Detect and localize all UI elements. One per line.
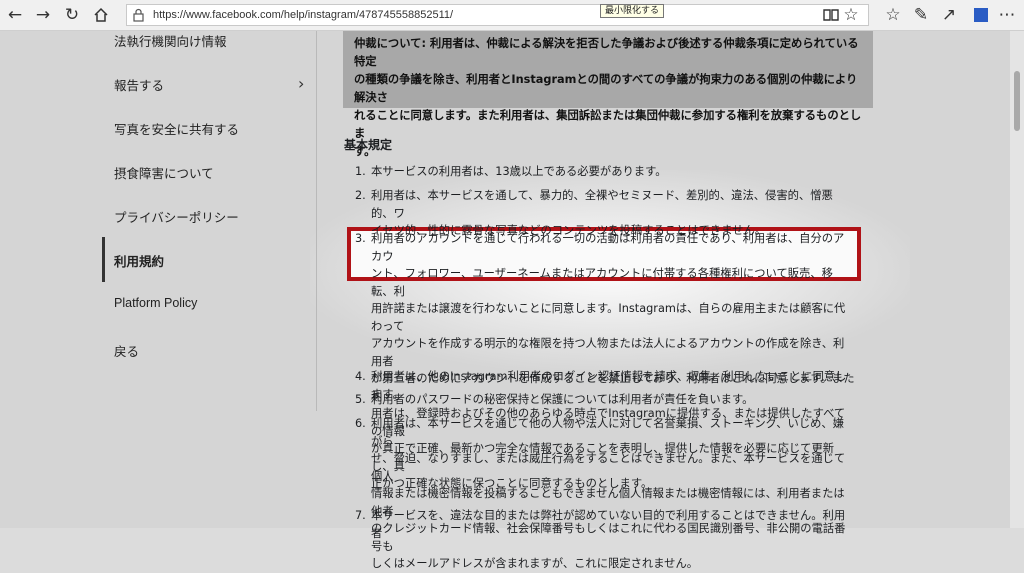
home-icon[interactable] [90,4,112,26]
item-line: 利用者は、本サービスを通して、暴力的、全裸やセミヌード、差別的、違法、侵害的、憎… [371,189,833,220]
sidebar-item-share-photos-safely[interactable]: 写真を安全に共有する [114,119,239,138]
item-line: 本サービスを、違法な目的または弊社が認めていない目的で利用することはできません。… [371,509,846,540]
sidebar-item-eating-disorders[interactable]: 摂食障害について [114,163,214,182]
refresh-icon[interactable]: ↻ [61,4,83,26]
item-number: 1. [355,165,366,178]
item-number: 6. [355,417,366,430]
more-menu-icon[interactable]: ⋯ [996,4,1018,26]
sidebar-item-platform-policy[interactable]: Platform Policy [114,296,197,310]
lock-icon [133,8,144,22]
notice-line: す。 [354,145,376,158]
item-line: しくはメールアドレスが含まれますが、これに限定されません。 [371,557,699,570]
item-line: 利用者のパスワードの秘密保持と保護については利用者が責任を負います。 [371,393,754,406]
item-line: 本サービスの利用者は、13歳以上である必要があります。 [371,165,667,178]
reading-view-icon[interactable] [820,4,842,26]
item-number: 3. [355,232,366,245]
item-number: 2. [355,189,366,202]
favorite-star-icon[interactable]: ☆ [840,4,862,26]
item-line: 利用者のアカウントを通じて行われる一切の活動は利用者の責任であり、利用者は、自分… [371,232,845,263]
extension-icon[interactable] [970,4,992,26]
browser-toolbar: ← → ↻ https://www.facebook.com/help/inst… [0,0,1024,31]
item-line: 利用者は、本サービスを通じて他の人物や法人に対して名誉棄損、ストーキング、いじめ… [371,417,845,448]
share-icon[interactable]: ↗ [938,4,960,26]
item-line: アカウントを作成する明示的な権限を持つ人物または法人によるアカウントの作成を除き… [371,337,845,368]
item-line: 用許諾または譲渡を行わないことに同意します。Instagramは、自らの雇用主ま… [371,302,846,333]
address-bar[interactable]: https://www.facebook.com/help/instagram/… [126,4,869,26]
notice-line: の種類の争議を除き、利用者とInstagramとの間のすべての争議が拘束力のある… [354,73,858,104]
sidebar-item-law-enforcement[interactable]: 法執行機関向け情報 [114,31,227,50]
forward-arrow-icon[interactable]: → [32,4,54,26]
notes-pen-icon[interactable]: ✎ [910,4,932,26]
item-number: 7. [355,509,366,522]
sidebar-item-privacy-policy[interactable]: プライバシーポリシー [114,207,239,226]
notice-line: れることに同意します。また利用者は、集団訴訟または集団仲裁に参加する権利を放棄す… [354,109,862,140]
chevron-right-icon[interactable]: › [298,74,304,93]
arbitration-notice: 仲裁について: 利用者は、仲裁による解決を拒否した争議および後述する仲裁条項に定… [343,31,873,158]
item-line: せ、脅迫、なりすまし、または威圧行為をすることはできません。また、本サービスを通… [371,452,846,483]
item-line: ント、フォロワー、ユーザーネームまたはアカウントに付帯する各種権利について販売、… [371,267,833,298]
tooltip: 最小限化する [600,4,665,18]
active-item-indicator [102,237,105,282]
item-number: 5. [355,393,366,406]
section-heading: 基本規定 [344,138,393,152]
sidebar-item-terms-of-use[interactable]: 利用規約 [114,251,164,270]
sidebar-item-report[interactable]: 報告する [114,75,164,94]
help-sidebar: 法執行機関向け情報 報告する 写真を安全に共有する 摂食障害について プライバシ… [102,31,317,411]
notice-line: 仲裁について: 利用者は、仲裁による解決を拒否した争議および後述する仲裁条項に定… [354,37,859,68]
item-number: 4. [355,370,366,383]
vertical-scrollbar[interactable] [1010,31,1024,528]
sidebar-item-back[interactable]: 戻る [114,341,139,360]
scrollbar-thumb[interactable] [1014,71,1020,131]
url-text: https://www.facebook.com/help/instagram/… [153,9,454,21]
back-arrow-icon[interactable]: ← [4,4,26,26]
favorites-list-icon[interactable]: ☆ [882,4,904,26]
